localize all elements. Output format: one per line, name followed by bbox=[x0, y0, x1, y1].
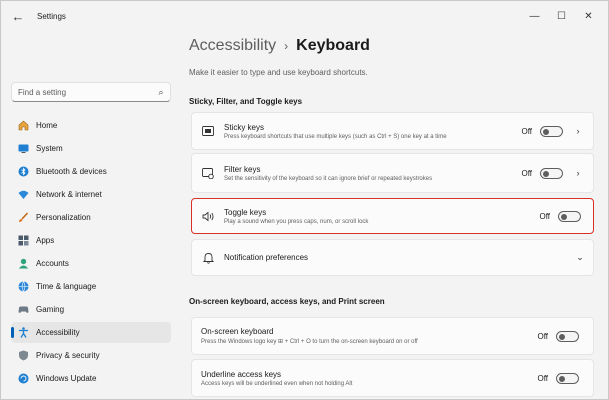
gaming-icon bbox=[17, 304, 29, 316]
window-controls: — ☐ ✕ bbox=[521, 1, 602, 31]
sidebar-item-time-language[interactable]: Time & language bbox=[11, 276, 171, 297]
filter-keys-icon bbox=[201, 166, 215, 180]
sidebar-item-accounts[interactable]: Accounts bbox=[11, 253, 171, 274]
sidebar-item-label: System bbox=[36, 144, 63, 153]
sticky-keys-card[interactable]: Sticky keys Press keyboard shortcuts tha… bbox=[191, 112, 594, 150]
sticky-keys-toggle[interactable] bbox=[540, 125, 563, 137]
card-subtitle: Set the sensitivity of the keyboard so i… bbox=[224, 175, 433, 182]
card-title: Notification preferences bbox=[224, 253, 309, 262]
section-title: Sticky, Filter, and Toggle keys bbox=[189, 97, 303, 106]
page-description: Make it easier to type and use keyboard … bbox=[189, 68, 368, 77]
card-title: Filter keys bbox=[224, 164, 261, 174]
search-input[interactable] bbox=[12, 87, 152, 97]
network-icon bbox=[17, 189, 29, 201]
brush-icon bbox=[17, 212, 29, 224]
app-title: Settings bbox=[37, 11, 66, 21]
shield-icon bbox=[17, 350, 29, 362]
update-icon bbox=[17, 373, 29, 385]
search-icon[interactable]: ⌕ bbox=[152, 87, 170, 98]
toggle-state-label: Off bbox=[537, 331, 548, 341]
sidebar-item-label: Personalization bbox=[36, 213, 91, 222]
underline-access-keys-toggle[interactable] bbox=[556, 372, 579, 384]
sidebar-item-label: Accounts bbox=[36, 259, 69, 268]
search-box[interactable]: ⌕ bbox=[11, 82, 171, 102]
sidebar-item-label: Home bbox=[36, 121, 58, 130]
sidebar-item-bluetooth[interactable]: Bluetooth & devices bbox=[11, 161, 171, 182]
chevron-right-icon[interactable]: › bbox=[571, 126, 585, 136]
breadcrumb: Accessibility › Keyboard bbox=[189, 37, 370, 55]
card-subtitle: Press the Windows logo key ⊞ + Ctrl + O … bbox=[201, 339, 418, 345]
notification-preferences-card[interactable]: Notification preferences ⌄ bbox=[191, 239, 594, 276]
minimize-icon[interactable]: — bbox=[521, 1, 548, 31]
sidebar-item-accessibility[interactable]: Accessibility bbox=[11, 322, 171, 343]
card-subtitle: Access keys will be underlined even when… bbox=[201, 380, 353, 387]
card-title: On-screen keyboard bbox=[201, 327, 274, 336]
toggle-state-label: Off bbox=[539, 211, 550, 221]
filter-keys-card[interactable]: Filter keys Set the sensitivity of the k… bbox=[191, 153, 594, 193]
accounts-icon bbox=[17, 258, 29, 270]
sidebar-item-label: Windows Update bbox=[36, 374, 97, 383]
sticky-keys-icon bbox=[201, 124, 215, 138]
filter-keys-toggle[interactable] bbox=[540, 167, 563, 179]
card-title: Underline access keys bbox=[201, 369, 282, 379]
on-screen-keyboard-card[interactable]: On-screen keyboard Press the Windows log… bbox=[191, 317, 594, 355]
sidebar-item-system[interactable]: System bbox=[11, 138, 171, 159]
toggle-keys-toggle[interactable] bbox=[558, 210, 581, 222]
sidebar-item-privacy[interactable]: Privacy & security bbox=[11, 345, 171, 366]
sidebar-item-label: Apps bbox=[36, 236, 55, 245]
apps-icon bbox=[17, 235, 29, 247]
main-content: Accessibility › Keyboard Make it easier … bbox=[181, 31, 609, 400]
title-bar: ← Settings — ☐ ✕ bbox=[1, 1, 608, 31]
system-icon bbox=[17, 143, 29, 155]
sidebar-item-label: Gaming bbox=[36, 305, 65, 314]
bell-icon bbox=[201, 251, 215, 265]
speaker-icon bbox=[201, 209, 215, 223]
card-title: Sticky keys bbox=[224, 122, 265, 132]
nav-list: Home System Bluetooth & devices Network … bbox=[11, 115, 171, 391]
page-title: Keyboard bbox=[296, 37, 370, 54]
sidebar-item-apps[interactable]: Apps bbox=[11, 230, 171, 251]
chevron-down-icon[interactable]: ⌄ bbox=[573, 252, 587, 263]
sidebar-item-network[interactable]: Network & internet bbox=[11, 184, 171, 205]
settings-window: ← Settings — ☐ ✕ ⌕ Home System bbox=[0, 0, 609, 400]
toggle-keys-card[interactable]: Toggle keys Play a sound when you press … bbox=[191, 198, 594, 234]
chevron-right-icon[interactable]: › bbox=[571, 168, 585, 178]
sidebar-item-label: Privacy & security bbox=[36, 351, 100, 360]
breadcrumb-parent[interactable]: Accessibility bbox=[189, 37, 276, 55]
toggle-state-label: Off bbox=[521, 126, 532, 136]
sidebar-item-windows-update[interactable]: Windows Update bbox=[11, 368, 171, 389]
underline-access-keys-card[interactable]: Underline access keys Access keys will b… bbox=[191, 359, 594, 397]
sidebar-item-home[interactable]: Home bbox=[11, 115, 171, 136]
sidebar-item-label: Time & language bbox=[36, 282, 97, 291]
breadcrumb-separator: › bbox=[284, 39, 289, 53]
sidebar-item-label: Bluetooth & devices bbox=[36, 167, 107, 176]
card-subtitle: Press keyboard shortcuts that use multip… bbox=[224, 133, 447, 140]
sidebar-item-gaming[interactable]: Gaming bbox=[11, 299, 171, 320]
accessibility-icon bbox=[17, 327, 29, 339]
bluetooth-icon bbox=[17, 166, 29, 178]
sidebar: ⌕ Home System Bluetooth & devices bbox=[1, 31, 181, 400]
card-subtitle: Play a sound when you press caps, num, o… bbox=[224, 218, 369, 225]
close-icon[interactable]: ✕ bbox=[575, 1, 602, 31]
globe-icon bbox=[17, 281, 29, 293]
sidebar-item-label: Network & internet bbox=[36, 190, 102, 199]
card-title: Toggle keys bbox=[224, 207, 267, 217]
section-title: On-screen keyboard, access keys, and Pri… bbox=[189, 297, 385, 306]
on-screen-keyboard-toggle[interactable] bbox=[556, 330, 579, 342]
sidebar-item-personalization[interactable]: Personalization bbox=[11, 207, 171, 228]
home-icon bbox=[17, 120, 29, 132]
toggle-state-label: Off bbox=[537, 373, 548, 383]
toggle-state-label: Off bbox=[521, 168, 532, 178]
sidebar-item-label: Accessibility bbox=[36, 328, 80, 337]
maximize-icon[interactable]: ☐ bbox=[548, 1, 575, 31]
back-arrow-icon[interactable]: ← bbox=[7, 5, 29, 27]
